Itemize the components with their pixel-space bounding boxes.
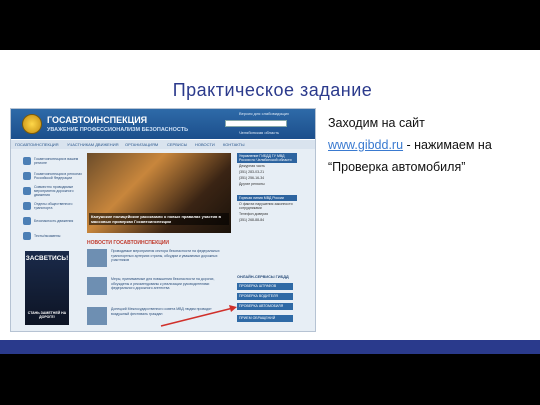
slide-title: Практическое задание — [172, 80, 373, 100]
instruction-prefix: Заходим на сайт — [328, 116, 425, 130]
website-screenshot: ГОСАВТОИНСПЕКЦИЯ УВАЖЕНИЕ ПРОФЕССИОНАЛИЗ… — [10, 108, 316, 332]
instruction-text: Заходим на сайт www.gibdd.ru - нажимаем … — [328, 112, 528, 178]
pointer-arrow-icon — [160, 305, 237, 327]
letterbox-bottom — [0, 354, 540, 405]
bottom-bar — [0, 340, 540, 354]
gibdd-link[interactable]: www.gibdd.ru — [328, 138, 403, 152]
